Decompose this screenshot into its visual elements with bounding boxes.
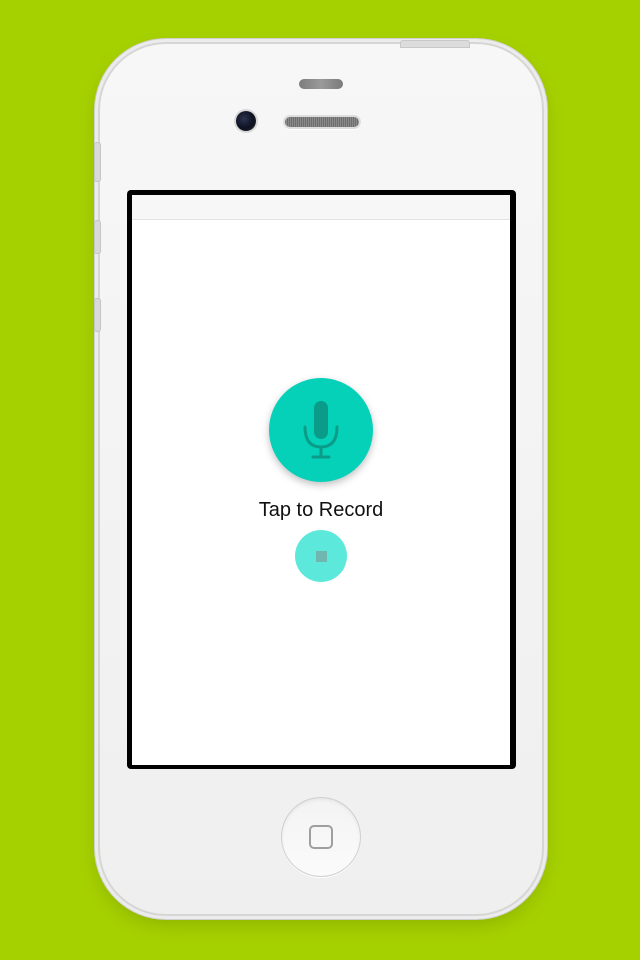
earpiece-speaker: [285, 117, 359, 127]
home-button[interactable]: [281, 797, 361, 877]
app-screen: Tap to Record: [132, 195, 510, 765]
navigation-bar: [132, 195, 510, 220]
record-label: Tap to Record: [258, 499, 384, 521]
proximity-sensor: [299, 79, 343, 89]
record-button[interactable]: [269, 378, 373, 482]
stop-icon: [315, 550, 327, 562]
volume-down-button: [94, 298, 101, 332]
power-button: [400, 40, 470, 48]
home-square-icon: [309, 825, 333, 849]
stop-button[interactable]: [295, 530, 347, 582]
volume-up-button: [94, 220, 101, 254]
microphone-icon: [303, 401, 339, 459]
screen-bezel: Tap to Record: [127, 190, 516, 769]
mute-switch: [94, 142, 101, 182]
phone-frame: Tap to Record: [94, 40, 542, 914]
front-camera-icon: [236, 111, 256, 131]
